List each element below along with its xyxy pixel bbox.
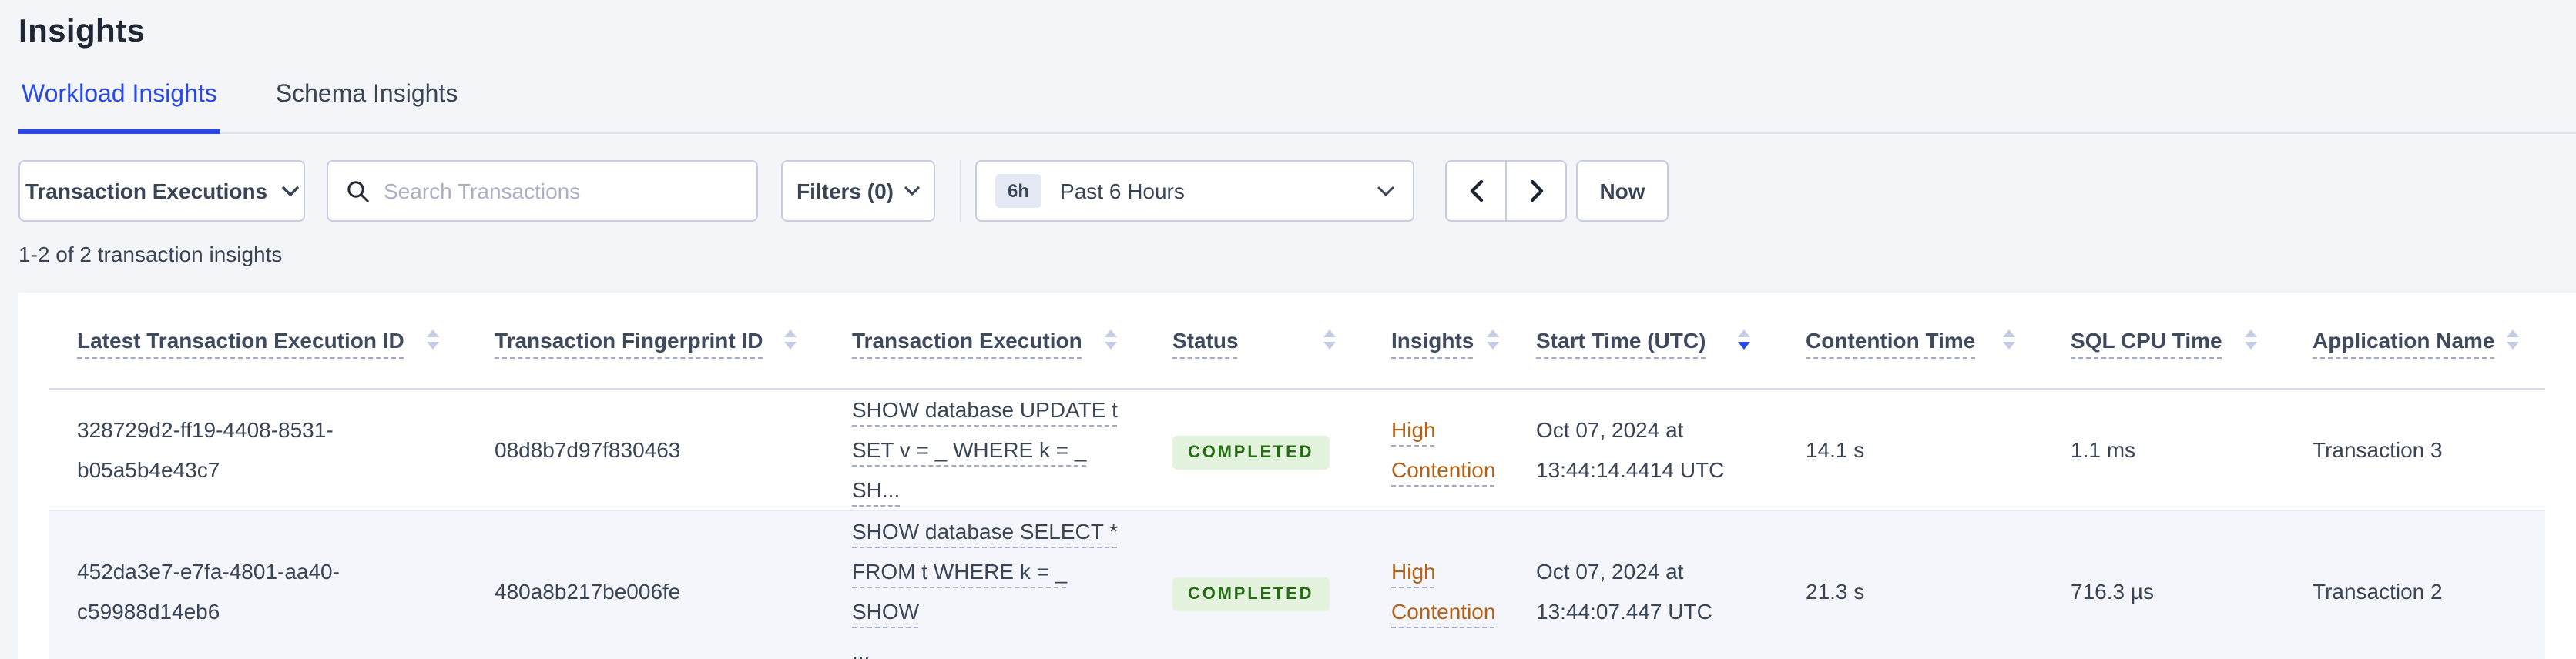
table-header-row: Latest Transaction Execution ID Transact…: [49, 293, 2545, 389]
filters-button[interactable]: Filters (0): [781, 160, 935, 222]
previous-interval-button[interactable]: [1445, 160, 1507, 222]
search-icon: [347, 180, 369, 202]
start-time-cell: Oct 07, 2024 at 13:44:14.4414 UTC: [1508, 388, 1778, 510]
sort-icon: [1092, 330, 1117, 350]
page-title: Insights: [18, 14, 146, 49]
chevron-left-icon: [1469, 180, 1483, 202]
results-count: 1-2 of 2 transaction insights: [18, 242, 283, 266]
insights-cell: High Contention: [1363, 388, 1508, 510]
start-time-cell: Oct 07, 2024 at 13:44:07.447 UTC: [1508, 510, 1778, 659]
tab-bar: Workload Insights Schema Insights: [18, 82, 2576, 134]
insight-type-dropdown[interactable]: Transaction Executions: [18, 160, 305, 222]
column-header-sql-cpu-time[interactable]: SQL CPU Time: [2071, 320, 2272, 360]
insight-type-dropdown-label: Transaction Executions: [25, 179, 268, 203]
sort-icon: [2232, 330, 2257, 350]
tab-workload-insights[interactable]: Workload Insights: [18, 82, 220, 134]
sort-icon: [772, 330, 797, 350]
high-contention-link[interactable]: High Contention: [1391, 558, 1495, 623]
filters-button-label: Filters (0): [796, 179, 894, 203]
chevron-down-icon: [1377, 186, 1394, 196]
sort-icon: [1991, 330, 2015, 350]
fingerprint-id-cell: 08d8b7d97f830463: [467, 388, 824, 510]
transaction-execution-link[interactable]: ...: [852, 631, 870, 659]
sort-icon: [1311, 330, 1336, 350]
now-button[interactable]: Now: [1576, 160, 1669, 222]
toolbar: Transaction Executions Filters (0) 6h Pa…: [18, 160, 2576, 222]
sql-cpu-time-cell: 1.1 ms: [2043, 388, 2285, 510]
latest-execution-id-cell: 328729d2-ff19-4408-8531-b05a5b4e43c7: [49, 388, 467, 510]
table-row: 328729d2-ff19-4408-8531-b05a5b4e43c7 08d…: [49, 388, 2545, 510]
next-interval-button[interactable]: [1505, 160, 1567, 222]
application-name-cell: Transaction 2: [2285, 510, 2545, 659]
toolbar-divider: [960, 160, 961, 222]
column-header-transaction-execution[interactable]: Transaction Execution: [852, 320, 1132, 360]
sort-icon: [1474, 330, 1499, 350]
time-interval-pager: [1445, 160, 1567, 222]
time-range-badge: 6h: [995, 174, 1042, 208]
chevron-down-icon: [281, 186, 298, 196]
status-cell: COMPLETED: [1145, 388, 1363, 510]
fingerprint-id-cell: 480a8b217be006fe: [467, 510, 824, 659]
column-header-insights[interactable]: Insights: [1391, 320, 1499, 360]
sql-cpu-time-cell: 716.3 µs: [2043, 510, 2285, 659]
column-header-latest-transaction-execution-id[interactable]: Latest Transaction Execution ID: [77, 320, 454, 360]
table-row: 452da3e7-e7fa-4801-aa40-c59988d14eb6 480…: [49, 510, 2545, 659]
status-badge: COMPLETED: [1172, 577, 1330, 610]
column-header-transaction-fingerprint-id[interactable]: Transaction Fingerprint ID: [495, 320, 812, 360]
search-input[interactable]: [384, 179, 738, 203]
insights-table-card: Latest Transaction Execution ID Transact…: [18, 293, 2576, 659]
column-header-contention-time[interactable]: Contention Time: [1806, 320, 2031, 360]
application-name-cell: Transaction 3: [2285, 388, 2545, 510]
transaction-execution-link[interactable]: FROM t WHERE k = _ SHOW: [852, 550, 1132, 631]
transaction-execution-link[interactable]: SHOW database SELECT *: [852, 510, 1118, 550]
column-header-application-name[interactable]: Application Name: [2313, 320, 2533, 360]
insights-cell: High Contention: [1363, 510, 1508, 659]
sort-icon: [2495, 330, 2520, 350]
status-badge: COMPLETED: [1172, 435, 1330, 469]
transaction-execution-link[interactable]: SHOW database UPDATE t: [852, 389, 1118, 429]
time-range-dropdown[interactable]: 6h Past 6 Hours: [975, 160, 1414, 222]
transaction-execution-link[interactable]: SET v = _ WHERE k = _ SH...: [852, 429, 1132, 509]
chevron-down-icon: [904, 186, 920, 196]
transaction-insights-table: Latest Transaction Execution ID Transact…: [49, 293, 2545, 659]
contention-time-cell: 21.3 s: [1778, 510, 2043, 659]
sort-desc-icon: [1726, 330, 1750, 350]
sort-icon: [414, 330, 439, 350]
column-header-status[interactable]: Status: [1172, 320, 1351, 360]
transaction-execution-cell: SHOW database UPDATE t SET v = _ WHERE k…: [824, 388, 1145, 510]
time-range-label: Past 6 Hours: [1060, 179, 1185, 203]
latest-execution-id-cell: 452da3e7-e7fa-4801-aa40-c59988d14eb6: [49, 510, 467, 659]
contention-time-cell: 14.1 s: [1778, 388, 2043, 510]
status-cell: COMPLETED: [1145, 510, 1363, 659]
high-contention-link[interactable]: High Contention: [1391, 416, 1495, 481]
insights-page: Insights Workload Insights Schema Insigh…: [0, 0, 2576, 659]
search-box: [327, 160, 758, 222]
transaction-execution-cell: SHOW database SELECT * FROM t WHERE k = …: [824, 510, 1145, 659]
chevron-right-icon: [1529, 180, 1543, 202]
column-header-start-time[interactable]: Start Time (UTC): [1536, 320, 1766, 360]
tab-schema-insights[interactable]: Schema Insights: [273, 82, 461, 134]
